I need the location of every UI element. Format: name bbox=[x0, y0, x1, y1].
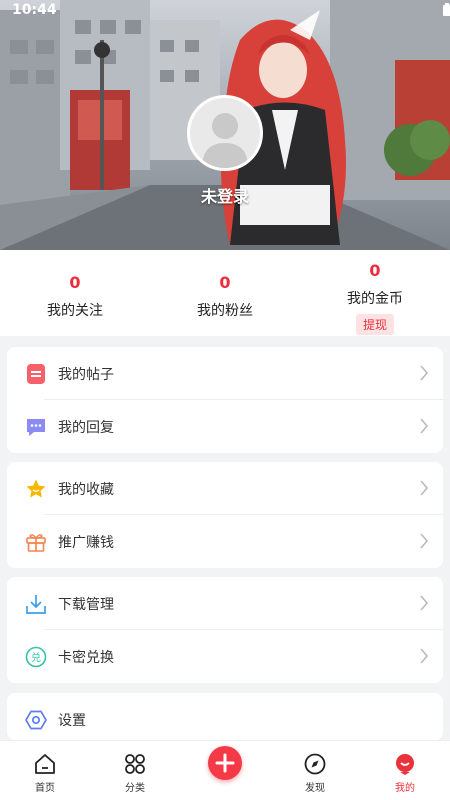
chevron-right-icon bbox=[420, 648, 429, 664]
tab-home[interactable]: 首页 bbox=[0, 741, 90, 800]
svg-text:兑: 兑 bbox=[31, 651, 41, 664]
compass-icon bbox=[304, 753, 326, 775]
menu-item-label: 设置 bbox=[58, 712, 86, 729]
menu-card-posts: 我的帖子 我的回复 bbox=[7, 347, 443, 453]
menu-item-download-manager[interactable]: 下载管理 bbox=[7, 577, 443, 630]
stat-value: 0 bbox=[219, 273, 231, 292]
menu-item-label: 卡密兑换 bbox=[58, 649, 114, 666]
menu-card-settings: 设置 bbox=[7, 693, 443, 740]
stat-following[interactable]: 0 我的关注 bbox=[0, 273, 150, 320]
login-status-text[interactable]: 未登录 bbox=[0, 183, 450, 207]
redeem-icon: 兑 bbox=[25, 646, 47, 668]
menu-card-collections: 我的收藏 推广赚钱 bbox=[7, 462, 443, 568]
menu-item-label: 推广赚钱 bbox=[58, 534, 114, 551]
stat-followers[interactable]: 0 我的粉丝 bbox=[150, 273, 300, 320]
withdraw-button[interactable]: 提现 bbox=[355, 314, 394, 335]
menu-item-favorites[interactable]: 我的收藏 bbox=[7, 462, 443, 515]
tab-label: 我的 bbox=[395, 783, 415, 794]
tab-category[interactable]: 分类 bbox=[90, 741, 180, 800]
reply-icon bbox=[27, 419, 45, 436]
tab-discover[interactable]: 发现 bbox=[270, 741, 360, 800]
profile-icon bbox=[396, 754, 414, 775]
chevron-right-icon bbox=[420, 533, 429, 549]
star-icon bbox=[26, 479, 46, 498]
chevron-right-icon bbox=[420, 418, 429, 434]
menu-card-tools: 下载管理 兑 卡密兑换 bbox=[7, 577, 443, 683]
stat-label: 我的金币 bbox=[347, 291, 403, 307]
profile-banner: 10:44 未登录 bbox=[0, 0, 450, 250]
menu-item-label: 我的帖子 bbox=[58, 366, 114, 383]
bottom-tab-bar: 首页 分类 发现 我的 bbox=[0, 740, 450, 800]
download-icon bbox=[26, 595, 46, 614]
chevron-right-icon bbox=[420, 480, 429, 496]
chevron-right-icon bbox=[420, 365, 429, 381]
menu-item-label: 下载管理 bbox=[58, 596, 114, 613]
stat-value: 0 bbox=[369, 261, 381, 280]
home-icon bbox=[35, 754, 55, 774]
stat-coins[interactable]: 0 我的金币 提现 bbox=[300, 261, 450, 335]
gift-icon bbox=[26, 534, 46, 552]
add-icon bbox=[215, 753, 235, 773]
tab-label: 首页 bbox=[35, 783, 55, 794]
stat-label: 我的关注 bbox=[47, 303, 103, 319]
battery-icon bbox=[443, 3, 450, 16]
default-avatar-icon bbox=[202, 113, 248, 168]
menu-item-my-posts[interactable]: 我的帖子 bbox=[7, 347, 443, 400]
add-post-button[interactable] bbox=[208, 746, 242, 780]
status-time: 10:44 bbox=[12, 2, 57, 18]
tab-label: 发现 bbox=[305, 783, 325, 794]
menu-item-label: 我的回复 bbox=[58, 419, 114, 436]
status-bar: 10:44 bbox=[0, 0, 450, 22]
avatar[interactable] bbox=[187, 95, 263, 171]
stat-value: 0 bbox=[69, 273, 81, 292]
stats-panel: 0 我的关注 0 我的粉丝 0 我的金币 提现 bbox=[0, 250, 450, 336]
post-icon bbox=[27, 364, 45, 384]
grid-icon bbox=[125, 754, 145, 774]
menu-item-settings[interactable]: 设置 bbox=[7, 693, 443, 740]
menu-item-my-replies[interactable]: 我的回复 bbox=[7, 400, 443, 453]
tab-mine[interactable]: 我的 bbox=[360, 741, 450, 800]
tab-label: 分类 bbox=[125, 783, 145, 794]
menu-item-redeem-code[interactable]: 兑 卡密兑换 bbox=[7, 630, 443, 683]
chevron-right-icon bbox=[420, 595, 429, 611]
settings-icon bbox=[25, 710, 47, 730]
menu-item-promote-earn[interactable]: 推广赚钱 bbox=[7, 515, 443, 568]
menu-item-label: 我的收藏 bbox=[58, 481, 114, 498]
stat-label: 我的粉丝 bbox=[197, 303, 253, 319]
